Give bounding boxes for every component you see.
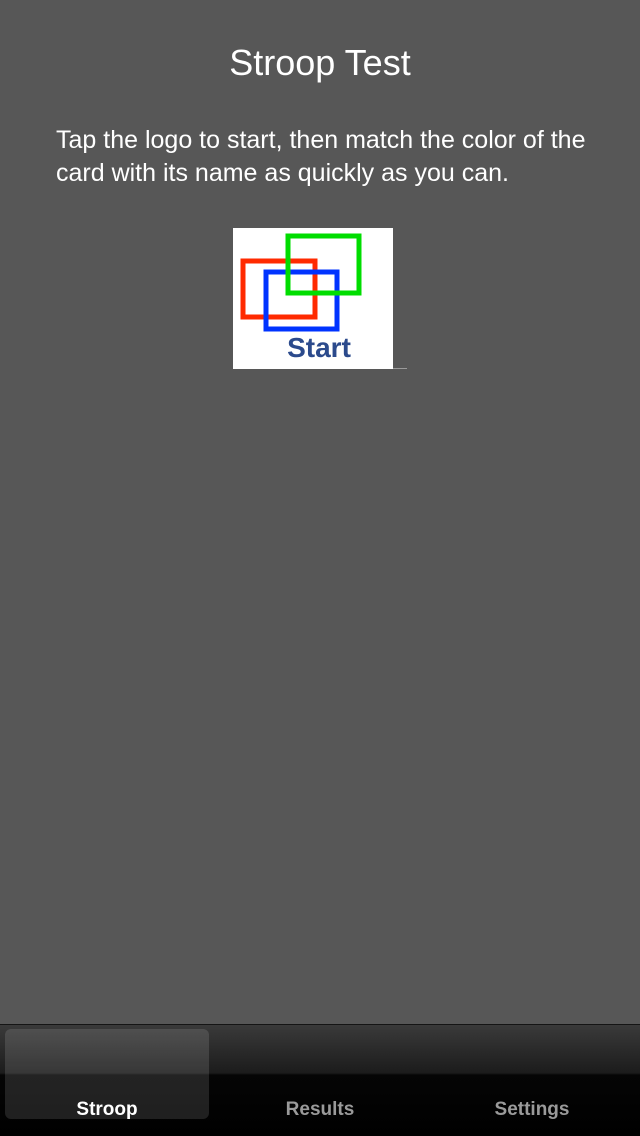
start-logo-button[interactable]: Start — [233, 228, 393, 369]
tab-label: Settings — [494, 1099, 570, 1120]
main-screen: Stroop Test Tap the logo to start, then … — [0, 0, 640, 1024]
tab-results[interactable]: Results — [218, 1029, 422, 1120]
start-label: Start — [287, 332, 351, 363]
tab-bar: Stroop Results Settings — [0, 1024, 640, 1136]
instructions-text: Tap the logo to start, then match the co… — [56, 126, 586, 187]
tab-settings[interactable]: Settings — [430, 1029, 634, 1120]
tab-label: Results — [285, 1099, 355, 1120]
logo-divider — [393, 368, 407, 369]
page-title: Stroop Test — [229, 42, 411, 83]
tab-label: Stroop — [76, 1099, 138, 1120]
tab-stroop[interactable]: Stroop — [5, 1029, 209, 1120]
